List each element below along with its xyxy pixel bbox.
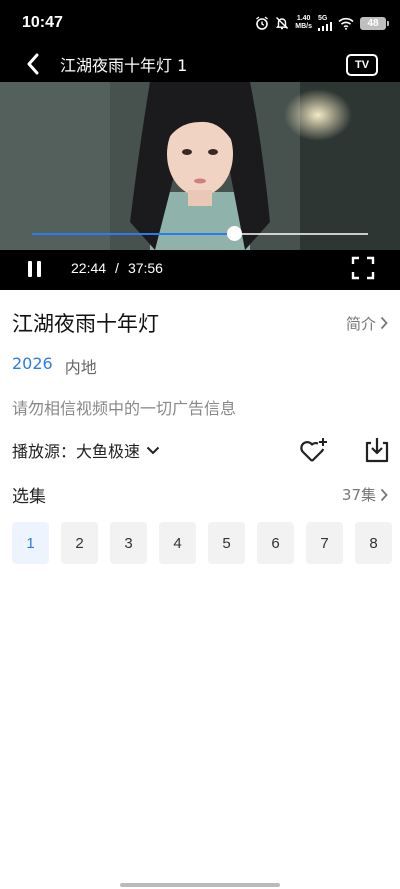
battery-icon: 48 bbox=[360, 16, 389, 30]
ad-notice: 请勿相信视频中的一切广告信息 bbox=[12, 399, 237, 418]
time-display: 22:44 / 37:56 bbox=[71, 260, 163, 276]
episode-button[interactable]: 1 bbox=[12, 522, 49, 564]
player-controls: 22:44 / 37:56 bbox=[0, 250, 400, 290]
episode-button[interactable]: 8 bbox=[355, 522, 392, 564]
video-frame[interactable] bbox=[0, 82, 400, 250]
heart-plus-icon bbox=[300, 438, 327, 462]
episodes-count: 37集 bbox=[341, 486, 376, 504]
cell-signal: 5G bbox=[318, 15, 332, 31]
episode-list: 12345678 bbox=[12, 522, 392, 564]
title-row: 江湖夜雨十年灯 简介 bbox=[12, 308, 388, 338]
progress-thumb[interactable] bbox=[226, 226, 242, 241]
status-icons: 1.40 MB/s 5G 48 bbox=[255, 15, 389, 31]
episode-button[interactable]: 4 bbox=[159, 522, 196, 564]
cast-tv-button[interactable]: TV bbox=[346, 54, 378, 76]
video-still-image bbox=[0, 82, 400, 250]
show-title: 江湖夜雨十年灯 bbox=[12, 312, 159, 336]
status-bar: 10:47 1.40 MB/s 5G 48 bbox=[0, 0, 400, 46]
tv-label: TV bbox=[354, 59, 370, 71]
battery-level: 48 bbox=[367, 17, 379, 29]
player-header: 江湖夜雨十年灯 1 TV bbox=[0, 46, 400, 82]
chevron-left-icon bbox=[27, 53, 39, 75]
source-value: 大鱼极速 bbox=[76, 442, 141, 461]
time-separator: / bbox=[115, 260, 119, 276]
current-time: 22:44 bbox=[71, 260, 107, 276]
source-label: 播放源： bbox=[12, 442, 77, 461]
progress-bar[interactable] bbox=[32, 226, 368, 241]
meta-row: 2026 内地 bbox=[12, 354, 97, 378]
episodes-label: 选集 bbox=[12, 487, 46, 507]
episodes-count-link[interactable]: 37集 bbox=[342, 484, 388, 505]
alarm-icon bbox=[256, 16, 269, 30]
back-button[interactable] bbox=[26, 46, 58, 82]
wifi-icon bbox=[338, 17, 354, 30]
episode-button[interactable]: 2 bbox=[61, 522, 98, 564]
source-row: 播放源： 大鱼极速 bbox=[12, 435, 392, 465]
network-speed: 1.40 MB/s bbox=[295, 15, 312, 31]
status-time: 10:47 bbox=[22, 14, 63, 31]
speed-value: 1.40 bbox=[296, 15, 311, 22]
network-type: 5G bbox=[318, 15, 328, 22]
episode-button[interactable]: 3 bbox=[110, 522, 147, 564]
fullscreen-icon bbox=[351, 256, 375, 280]
home-indicator[interactable] bbox=[120, 883, 280, 887]
chevron-right-icon bbox=[380, 316, 388, 330]
intro-link[interactable]: 简介 bbox=[346, 313, 388, 334]
region: 内地 bbox=[64, 358, 97, 377]
favorite-button[interactable] bbox=[298, 435, 328, 465]
download-button[interactable] bbox=[362, 435, 392, 465]
episode-button[interactable]: 5 bbox=[208, 522, 245, 564]
chevron-down-icon bbox=[146, 446, 160, 454]
episode-button[interactable]: 7 bbox=[306, 522, 343, 564]
mute-bell-icon bbox=[276, 17, 289, 30]
episodes-header: 选集 37集 bbox=[12, 482, 388, 507]
intro-label: 简介 bbox=[345, 314, 376, 333]
pause-button[interactable] bbox=[26, 259, 44, 281]
source-selector[interactable]: 大鱼极速 bbox=[76, 438, 160, 462]
episode-button[interactable]: 6 bbox=[257, 522, 294, 564]
download-icon bbox=[365, 438, 389, 463]
speed-unit: MB/s bbox=[295, 23, 312, 30]
release-year[interactable]: 2026 bbox=[12, 354, 53, 378]
chevron-right-icon bbox=[380, 488, 388, 501]
signal-icon bbox=[318, 22, 332, 31]
total-time: 37:56 bbox=[127, 260, 163, 276]
player-title: 江湖夜雨十年灯 1 bbox=[60, 56, 188, 75]
fullscreen-button[interactable] bbox=[351, 256, 375, 280]
progress-fill bbox=[32, 233, 234, 235]
